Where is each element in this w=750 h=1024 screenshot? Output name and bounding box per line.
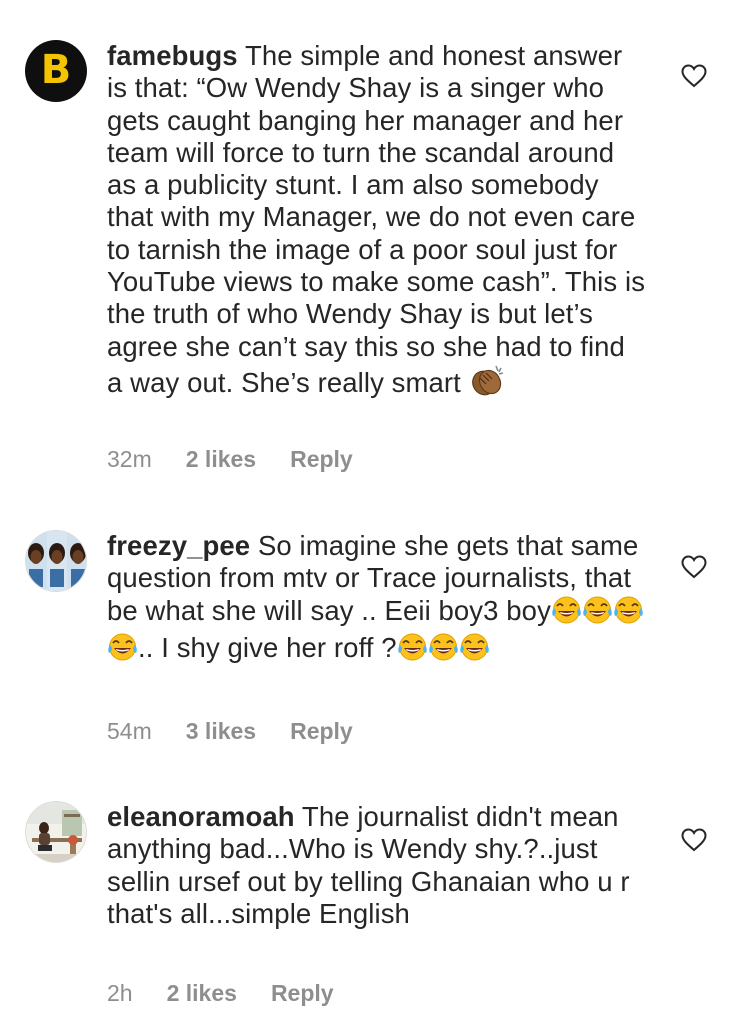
comment-text: famebugs The simple and honest answer is…: [107, 40, 647, 404]
comment-time: 32m: [107, 446, 152, 472]
reply-button[interactable]: Reply: [290, 446, 353, 473]
tears-of-joy-emoji-icon: [551, 595, 582, 632]
avatar[interactable]: B: [25, 40, 87, 102]
like-heart-icon[interactable]: [681, 828, 707, 852]
likes-count[interactable]: 2 likes: [167, 980, 237, 1007]
tears-of-joy-emoji-icon: [428, 632, 459, 669]
comment-text: eleanoramoah The journalist didn't mean …: [107, 801, 647, 930]
comment-body: The simple and honest answer is that: “O…: [107, 40, 646, 398]
comment-text: freezy_pee So imagine she gets that same…: [107, 530, 647, 669]
comment-meta: 2h 2 likes Reply: [107, 980, 334, 1007]
like-heart-icon[interactable]: [681, 64, 707, 88]
like-heart-icon[interactable]: [681, 555, 707, 579]
reply-button[interactable]: Reply: [290, 718, 353, 745]
tears-of-joy-emoji-icon: [397, 632, 428, 669]
comment-time: 54m: [107, 718, 152, 744]
comment-meta: 54m 3 likes Reply: [107, 718, 353, 745]
avatar-letter: B: [40, 47, 72, 93]
likes-count[interactable]: 3 likes: [186, 718, 256, 745]
comment-body-part-2: .. I shy give her roff ?: [138, 631, 397, 663]
comment-username[interactable]: famebugs: [107, 40, 238, 71]
avatar[interactable]: [25, 530, 87, 592]
comment-time: 2h: [107, 980, 133, 1006]
comment-username[interactable]: eleanoramoah: [107, 801, 295, 832]
tears-of-joy-emoji-icon: [107, 632, 138, 669]
likes-count[interactable]: 2 likes: [186, 446, 256, 473]
tears-of-joy-emoji-icon: [613, 595, 644, 632]
clapping-hands-icon: [469, 363, 505, 404]
tears-of-joy-emoji-icon: [582, 595, 613, 632]
comment-username[interactable]: freezy_pee: [107, 530, 250, 561]
reply-button[interactable]: Reply: [271, 980, 334, 1007]
tears-of-joy-emoji-icon: [459, 632, 490, 669]
avatar[interactable]: [25, 801, 87, 863]
comment-meta: 32m 2 likes Reply: [107, 446, 353, 473]
tears-of-joy-emoji-group: [397, 632, 490, 663]
